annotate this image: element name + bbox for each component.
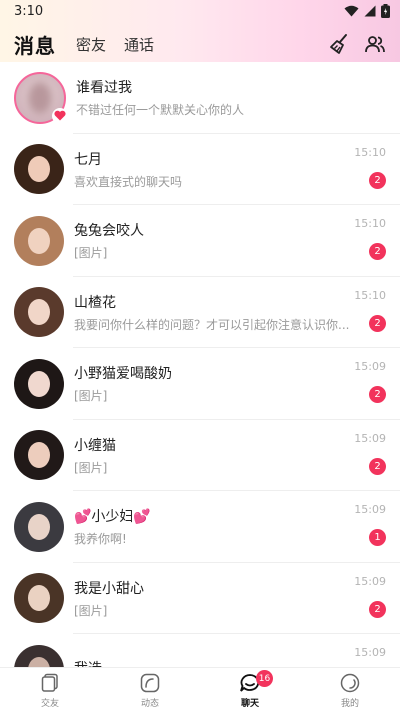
last-message: [图片] (74, 603, 108, 618)
tab-moments-label: 动态 (140, 698, 159, 709)
row-meta: 15:09 2 (346, 432, 386, 480)
conversation-list: 谁看过我 不错过任何一个默默关心你的人 七月 喜欢直接式的聊天吗 15:10 2 兔兔会… (0, 62, 400, 667)
last-message: 我养你啊! (74, 532, 127, 547)
tab-messages[interactable]: 消息 (14, 30, 56, 59)
avatar[interactable] (14, 358, 64, 409)
message-time: 15:10 (354, 217, 386, 230)
signal-icon (364, 5, 376, 17)
last-message: 喜欢直接式的聊天吗 (74, 174, 183, 189)
row-meta: 15:09 2 (346, 360, 386, 408)
heart-icon (54, 110, 66, 121)
last-message: [图片] (74, 460, 108, 475)
chat-unread-badge: 16 (256, 670, 273, 687)
avatar[interactable] (14, 501, 64, 552)
bottom-tab-bar: 交友 动态 聊天 16 我的 (0, 667, 400, 712)
conversation-row[interactable]: 我选15:09 (0, 634, 400, 667)
avatar[interactable] (14, 287, 64, 338)
conversation-row[interactable]: 七月 喜欢直接式的聊天吗 15:10 2 (0, 134, 400, 205)
unread-badge: 2 (369, 314, 386, 332)
visitor-avatar (14, 71, 68, 124)
row-meta: 15:09 (346, 646, 386, 667)
message-time: 15:09 (354, 646, 386, 659)
status-bar: 3:10 (0, 0, 400, 22)
heart-badge (52, 107, 68, 124)
message-time: 15:09 (354, 503, 386, 516)
conversation-row[interactable]: 山楂花 我要问你什么样的问题？才可以引起你注意认识你... 15:10 2 (0, 277, 400, 348)
top-header: 消息 密友 通话 (0, 26, 400, 62)
unread-badge: 1 (369, 529, 386, 546)
avatar[interactable] (14, 644, 64, 667)
avatar[interactable] (14, 215, 64, 266)
avatar-face (28, 513, 50, 540)
unread-badge: 2 (369, 600, 386, 618)
tab-close-friends[interactable]: 密友 (76, 34, 106, 55)
tab-profile[interactable]: 我的 (300, 668, 400, 712)
battery-icon (381, 4, 390, 18)
moments-icon (140, 673, 160, 692)
header-actions (328, 33, 386, 55)
row-meta: 15:10 2 (346, 146, 386, 194)
message-time: 15:10 (354, 145, 386, 159)
tab-profile-label: 我的 (340, 698, 359, 709)
row-meta: 15:10 2 (346, 289, 386, 337)
last-message: 我要问你什么样的问题？才可以引起你注意认识你... (74, 317, 350, 332)
avatar-face (28, 227, 50, 254)
wifi-icon (344, 5, 359, 17)
avatar[interactable] (14, 573, 64, 624)
visitor-title: 谁看过我 (76, 80, 132, 97)
unread-badge: 2 (369, 243, 386, 260)
conversation-row[interactable]: 我是小甜心 [图片] 15:09 2 (0, 563, 400, 634)
blurred-face (28, 81, 52, 114)
visitor-subtitle: 不错过任何一个默默关心你的人 (76, 103, 245, 118)
visitor-text: 谁看过我 不错过任何一个默默关心你的人 (76, 77, 400, 118)
broom-icon[interactable] (328, 33, 350, 55)
tab-chat-label: 聊天 (240, 698, 259, 709)
unread-badge: 2 (369, 171, 386, 189)
message-time: 15:09 (354, 574, 386, 588)
contacts-icon[interactable] (364, 33, 386, 55)
tab-chat[interactable]: 聊天 16 (200, 668, 300, 712)
row-meta: 15:10 2 (346, 217, 386, 265)
avatar-face (28, 370, 50, 397)
conversation-row[interactable]: 小野猫爱喝酸奶 [图片] 15:09 2 (0, 348, 400, 420)
tab-dating[interactable]: 交友 (0, 668, 100, 712)
visitor-row[interactable]: 谁看过我 不错过任何一个默默关心你的人 (0, 62, 400, 134)
last-message: [图片] (74, 246, 108, 261)
unread-badge: 2 (369, 457, 386, 475)
unread-badge: 2 (369, 386, 386, 403)
conversation-row[interactable]: 💕小少妇💕 我养你啊! 15:09 1 (0, 491, 400, 563)
conversation-row[interactable]: 小缠猫 [图片] 15:09 2 (0, 420, 400, 491)
row-meta: 15:09 2 (346, 575, 386, 623)
tab-moments[interactable]: 动态 (100, 668, 200, 712)
tab-dating-label: 交友 (40, 698, 59, 709)
conversation-row[interactable]: 兔兔会咬人 [图片] 15:10 2 (0, 205, 400, 277)
avatar[interactable] (14, 430, 64, 481)
message-time: 15:09 (354, 431, 386, 445)
tab-calls[interactable]: 通话 (124, 34, 154, 55)
row-meta: 15:09 1 (346, 503, 386, 551)
message-time: 15:09 (354, 360, 386, 373)
last-message: [图片] (74, 389, 108, 404)
profile-icon (340, 673, 360, 692)
status-icons (344, 4, 390, 18)
status-time: 3:10 (14, 3, 44, 19)
message-time: 15:10 (354, 288, 386, 302)
cards-icon (41, 673, 58, 692)
avatar[interactable] (14, 144, 64, 195)
